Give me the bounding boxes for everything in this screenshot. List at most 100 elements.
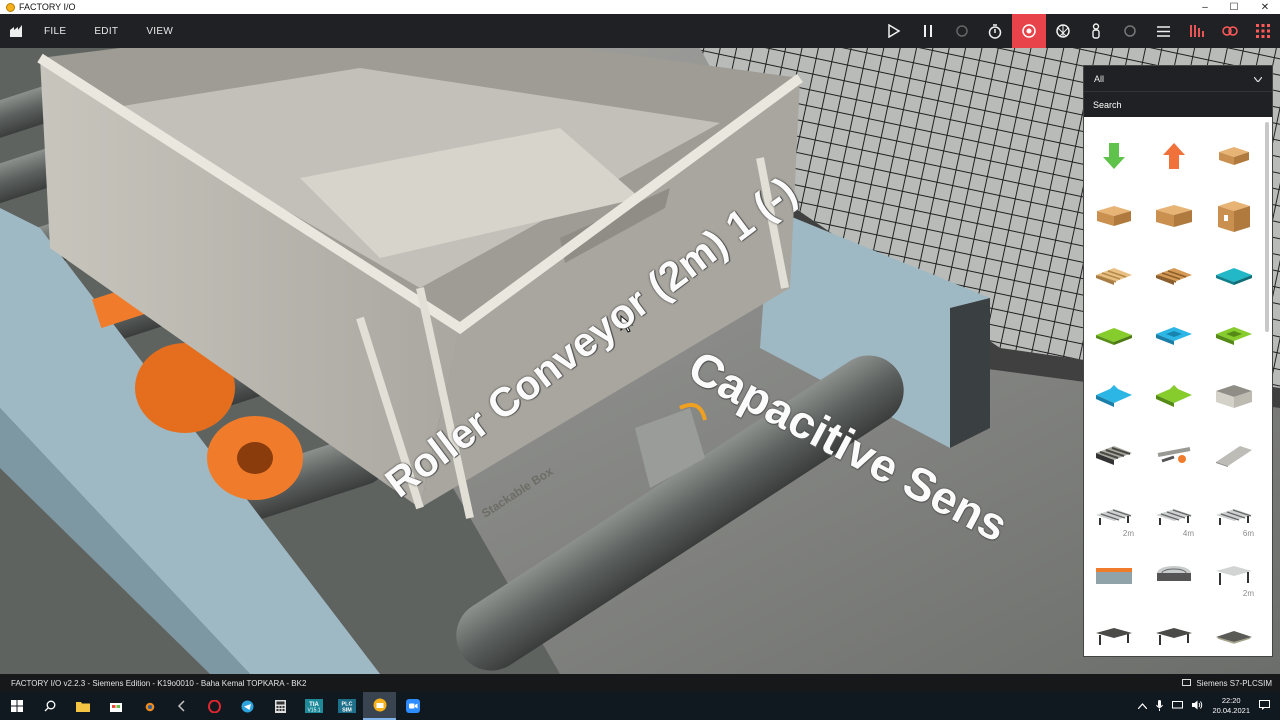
status-bar: FACTORY I/O v2.2.3 - Siemens Edition - K… (0, 674, 1280, 692)
green-product-icon (1156, 385, 1192, 407)
taskbar-blender[interactable] (132, 692, 165, 720)
chevron-up-icon[interactable] (1138, 702, 1148, 711)
aperture-icon (1056, 24, 1070, 38)
svg-text:SIM: SIM (342, 708, 352, 714)
metal-plate-part[interactable] (1204, 426, 1264, 486)
size-label: 6m (1242, 529, 1254, 538)
window-title: FACTORY I/O (19, 2, 76, 12)
tag-link-icon (1222, 26, 1238, 36)
status-info-text: FACTORY I/O v2.2.3 - Siemens Edition - K… (11, 678, 307, 688)
select-button[interactable] (1113, 14, 1147, 48)
windows-start-button[interactable] (0, 692, 33, 720)
volume-icon[interactable] (1192, 700, 1203, 712)
curved-conveyor-part[interactable]: 2m (1204, 546, 1264, 606)
system-clock[interactable]: 22:20 20.04.2021 (1212, 696, 1250, 716)
orange-arrow-up-icon (1163, 143, 1185, 169)
robot-arm-part[interactable] (1144, 426, 1204, 486)
reset-icon (956, 25, 968, 37)
green-base-part[interactable] (1204, 306, 1264, 366)
taskbar-visual-studio[interactable] (165, 692, 198, 720)
grid-icon (1256, 24, 1270, 38)
system-tray: 22:20 20.04.2021 (1138, 692, 1280, 720)
display-icon[interactable] (1172, 700, 1184, 712)
remover-part[interactable] (1144, 126, 1204, 186)
taskbar-tia-portal[interactable]: TIA V15.1 (297, 692, 330, 720)
close-button[interactable]: ✕ (1250, 0, 1280, 14)
timer-button[interactable] (978, 14, 1012, 48)
orange-rail-part[interactable] (1084, 546, 1144, 606)
turntable-part[interactable] (1144, 546, 1204, 606)
roller-conveyor-6m-part[interactable]: 6m (1204, 486, 1264, 546)
roller-conveyor-icon (1096, 509, 1132, 525)
minimize-button[interactable]: – (1190, 0, 1220, 14)
clock-date: 20.04.2021 (1212, 706, 1250, 715)
fly-camera-button[interactable] (1046, 14, 1080, 48)
menu-view[interactable]: VIEW (146, 26, 173, 37)
windows-taskbar: TIA V15.1 PLC SIM 22:20 20.04.2021 (0, 692, 1280, 720)
pallet-part[interactable] (1084, 246, 1144, 306)
dark-pallet-part[interactable] (1144, 246, 1204, 306)
factory-icon[interactable] (0, 24, 34, 38)
small-box-part[interactable] (1204, 126, 1264, 186)
taskbar-file-explorer[interactable] (66, 692, 99, 720)
pause-icon (924, 25, 932, 37)
large-box-part[interactable] (1144, 186, 1204, 246)
medium-box-part[interactable] (1084, 186, 1144, 246)
scene-list-button[interactable] (1146, 14, 1180, 48)
belt-conveyor-icon (1096, 628, 1132, 645)
palette-scrollbar[interactable] (1265, 122, 1269, 332)
menu-file[interactable]: FILE (44, 26, 66, 37)
drivers-button[interactable] (1180, 14, 1214, 48)
roller-conveyor-4m-part[interactable]: 4m (1144, 486, 1204, 546)
microphone-icon[interactable] (1156, 699, 1164, 713)
machined-part[interactable] (1084, 426, 1144, 486)
roller-conveyor-2m-part[interactable]: 2m (1084, 486, 1144, 546)
taskbar-store[interactable] (99, 692, 132, 720)
green-product-part[interactable] (1144, 366, 1204, 426)
roller-conveyor-icon (1156, 509, 1192, 525)
belt-conveyor-part[interactable] (1084, 606, 1144, 666)
stopwatch-icon (988, 23, 1002, 39)
title-bar: FACTORY I/O – ☐ ✕ (0, 0, 1280, 14)
first-person-button[interactable] (1079, 14, 1113, 48)
notifications-icon[interactable] (1259, 700, 1270, 712)
roller-conveyor-icon (1216, 509, 1252, 525)
tia-portal-icon: TIAV15.1 (304, 699, 323, 713)
factory-io-logo-icon (6, 2, 15, 12)
play-button[interactable] (877, 14, 911, 48)
orbit-camera-button[interactable] (1012, 14, 1046, 48)
palette-toggle-button[interactable] (1246, 14, 1280, 48)
blue-lid-part[interactable] (1204, 246, 1264, 306)
taskbar-calculator[interactable] (264, 692, 297, 720)
taskbar-search-button[interactable] (33, 692, 66, 720)
play-icon (888, 24, 901, 38)
tags-button[interactable] (1213, 14, 1247, 48)
green-lid-part[interactable] (1084, 306, 1144, 366)
taskbar-opera[interactable] (198, 692, 231, 720)
palette-search-field[interactable]: Search (1084, 91, 1272, 117)
pause-button[interactable] (911, 14, 945, 48)
stackable-box-part[interactable] (1204, 366, 1264, 426)
reset-button[interactable] (945, 14, 979, 48)
taskbar-factory-io[interactable] (363, 692, 396, 720)
tall-box-part[interactable] (1204, 186, 1264, 246)
taskbar-plcsim[interactable]: PLC SIM (330, 692, 363, 720)
cardboard-box-icon (1156, 205, 1192, 227)
taskbar-telegram[interactable] (231, 692, 264, 720)
cardboard-box-icon (1218, 201, 1250, 232)
taskbar-zoom[interactable] (396, 692, 429, 720)
blue-product-part[interactable] (1084, 366, 1144, 426)
plate-icon (1216, 446, 1252, 467)
belt-conveyor-flat-part[interactable] (1204, 606, 1264, 666)
telegram-icon (241, 700, 254, 712)
blue-base-part[interactable] (1144, 306, 1204, 366)
belt-conveyor-long-part[interactable] (1144, 606, 1204, 666)
emitter-part[interactable] (1084, 126, 1144, 186)
belt-conveyor-icon (1156, 628, 1192, 645)
maximize-button[interactable]: ☐ (1219, 0, 1249, 14)
menu-edit[interactable]: EDIT (94, 26, 118, 37)
driver-name[interactable]: Siemens S7-PLCSIM (1196, 679, 1272, 688)
parts-palette: All Search 2m 4m 6m 2m (1083, 65, 1273, 657)
category-filter-dropdown[interactable]: All (1084, 66, 1272, 91)
green-arrow-down-icon (1103, 143, 1125, 169)
